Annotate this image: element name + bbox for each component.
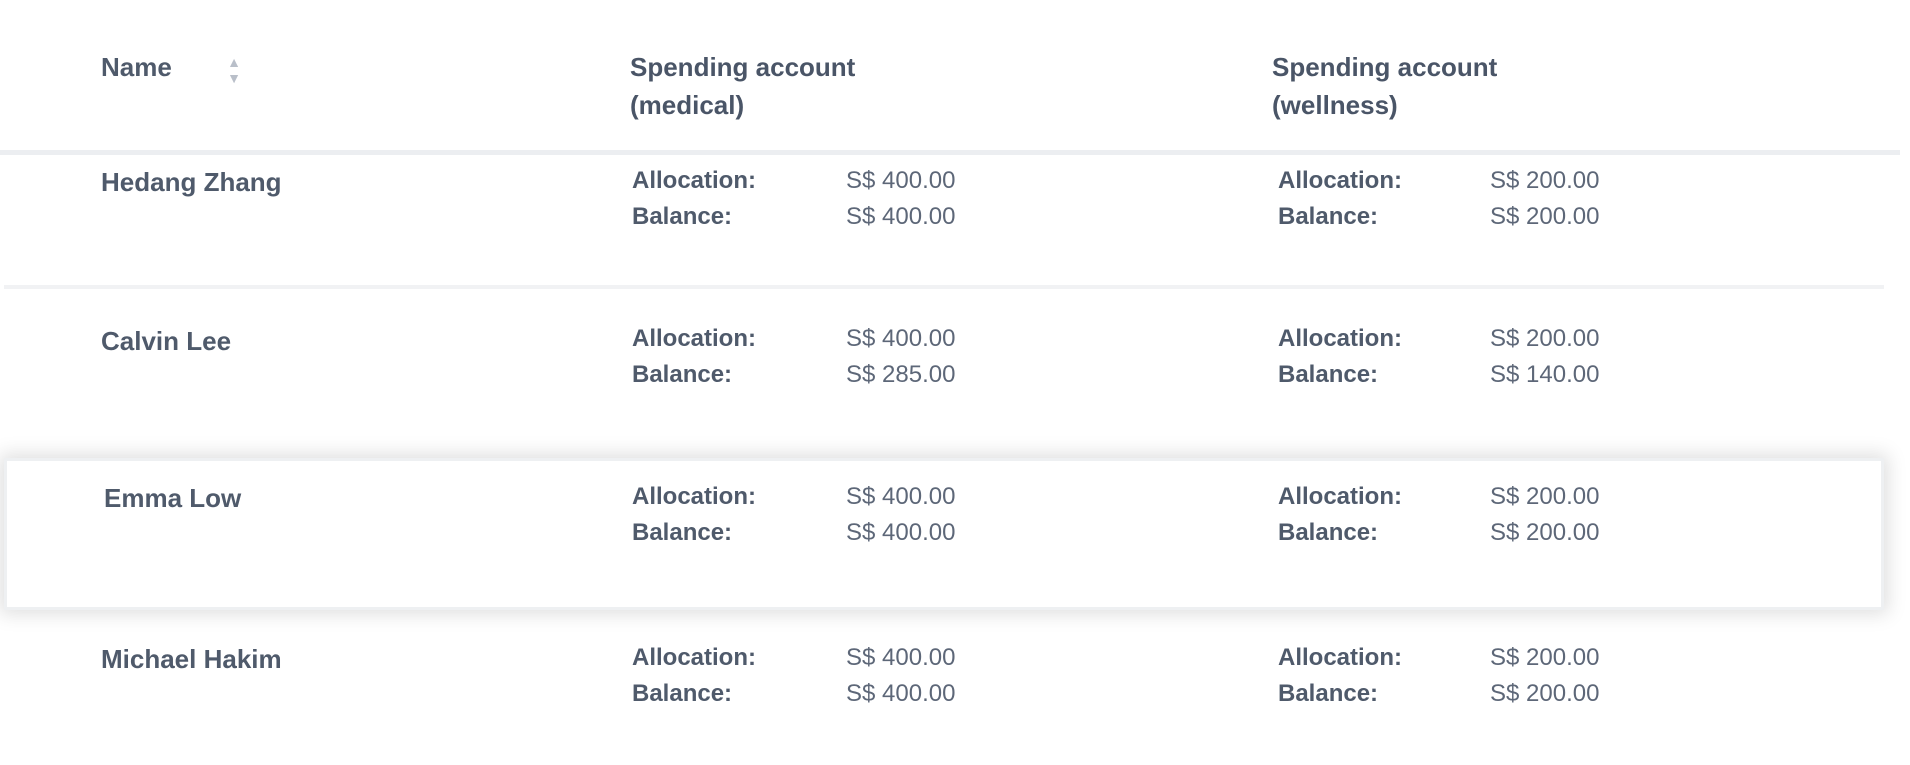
medical-account: Allocation: S$ 400.00 Balance: S$ 400.00 [632,479,1032,559]
employee-name: Calvin Lee [101,326,232,356]
balance-label: Balance: [632,519,733,546]
wellness-account: Allocation: S$ 200.00 Balance: S$ 140.00 [1278,321,1678,401]
balance-value: S$ 400.00 [846,680,956,707]
allocation-value: S$ 400.00 [846,483,956,510]
employee-name: Emma Low [104,483,242,513]
wellness-account: Allocation: S$ 200.00 Balance: S$ 200.00 [1278,479,1678,559]
allocation-label: Allocation: [632,167,756,194]
allocation-label: Allocation: [1278,644,1402,671]
wellness-account: Allocation: S$ 200.00 Balance: S$ 200.00 [1278,640,1678,720]
balance-label: Balance: [1278,519,1379,546]
sort-down-icon: ▼ [227,70,241,86]
balance-label: Balance: [1278,361,1379,388]
allocation-value: S$ 200.00 [1490,167,1600,194]
balance-label: Balance: [632,203,733,230]
allocation-value: S$ 200.00 [1490,644,1600,671]
allocation-value: S$ 200.00 [1490,483,1600,510]
table-row[interactable]: Calvin Lee Allocation: S$ 400.00 Balance… [4,289,1884,439]
employee-name: Michael Hakim [101,644,282,674]
balance-value: S$ 200.00 [1490,203,1600,230]
sort-icon[interactable]: ▲ ▼ [226,54,242,90]
balance-label: Balance: [1278,680,1379,707]
medical-account: Allocation: S$ 400.00 Balance: S$ 400.00 [632,163,1032,243]
allocation-label: Allocation: [632,644,756,671]
column-header-wellness: Spending account (wellness) [1272,52,1498,120]
balance-value: S$ 400.00 [846,519,956,546]
sort-up-icon: ▲ [227,54,241,70]
column-header-medical: Spending account (medical) [630,52,856,120]
balance-value: S$ 400.00 [846,203,956,230]
table-row-hovered[interactable]: Emma Low Allocation: S$ 400.00 Balance: … [4,458,1884,610]
medical-account: Allocation: S$ 400.00 Balance: S$ 285.00 [632,321,1032,401]
allocation-label: Allocation: [632,483,756,510]
allocation-value: S$ 400.00 [846,325,956,352]
balance-value: S$ 140.00 [1490,361,1600,388]
medical-account: Allocation: S$ 400.00 Balance: S$ 400.00 [632,640,1032,720]
allocation-value: S$ 400.00 [846,644,956,671]
allocation-value: S$ 200.00 [1490,325,1600,352]
balance-value: S$ 200.00 [1490,519,1600,546]
balance-value: S$ 285.00 [846,361,956,388]
balance-label: Balance: [1278,203,1379,230]
wellness-account: Allocation: S$ 200.00 Balance: S$ 200.00 [1278,163,1678,243]
allocation-label: Allocation: [1278,325,1402,352]
balance-value: S$ 200.00 [1490,680,1600,707]
table-header: Name ▲ ▼ Spending account (medical) Spen… [0,0,1900,155]
allocation-label: Allocation: [1278,483,1402,510]
balance-label: Balance: [632,680,733,707]
column-header-name[interactable]: Name [101,48,172,86]
spending-accounts-table: Name ▲ ▼ Spending account (medical) Spen… [0,0,1910,765]
balance-label: Balance: [632,361,733,388]
table-row[interactable]: Michael Hakim Allocation: S$ 400.00 Bala… [4,640,1884,765]
table-row[interactable]: Hedang Zhang Allocation: S$ 400.00 Balan… [4,155,1884,289]
allocation-value: S$ 400.00 [846,167,956,194]
employee-name: Hedang Zhang [101,167,282,197]
allocation-label: Allocation: [1278,167,1402,194]
allocation-label: Allocation: [632,325,756,352]
